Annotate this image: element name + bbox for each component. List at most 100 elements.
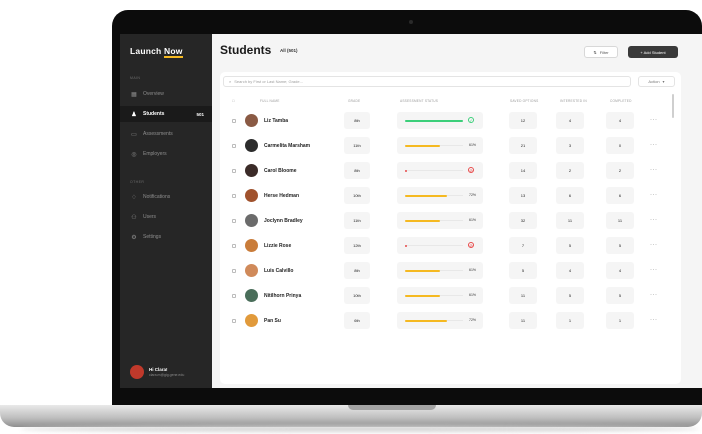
col-assessment-status[interactable]: ASSESSMENT STATUS: [400, 99, 438, 103]
sidebar-item-label: Employers: [143, 151, 167, 157]
sidebar-item-label: Overview: [143, 91, 164, 97]
users-icon: ⚇: [131, 214, 137, 221]
section-other-label: OTHER: [130, 180, 145, 184]
select-all-checkbox[interactable]: ☐: [232, 99, 235, 103]
student-name[interactable]: Carmelita Marsham: [264, 143, 310, 149]
page-subtitle: All (501): [280, 48, 298, 53]
students-count: 501: [196, 111, 204, 117]
sidebar-item-overview[interactable]: ▦ Overview: [120, 86, 212, 102]
assessment-status-cell: 61%: [397, 137, 483, 154]
progress-fill: [405, 244, 407, 247]
student-name[interactable]: Luis Calvillo: [264, 268, 293, 274]
more-options-icon[interactable]: ···: [650, 267, 658, 273]
table-row[interactable]: Lizzie Rose 12th ⊘ 7 5 5 ···: [220, 234, 681, 258]
avatar: [245, 164, 258, 177]
row-checkbox[interactable]: [232, 269, 236, 273]
search-input[interactable]: ⌕ Search by First or Last Name; Grade...: [223, 76, 631, 87]
filter-button[interactable]: ⇅ Filter: [584, 46, 618, 58]
add-student-button[interactable]: + Add Student: [628, 46, 678, 58]
more-options-icon[interactable]: ···: [650, 217, 658, 223]
action-label: Action: [648, 79, 660, 84]
more-options-icon[interactable]: ···: [650, 317, 658, 323]
progress-track: [405, 269, 463, 272]
more-options-icon[interactable]: ···: [650, 292, 658, 298]
assessment-percent: 61%: [469, 143, 477, 147]
col-grade[interactable]: GRADE: [348, 99, 360, 103]
sidebar-item-assessments[interactable]: ▭ Assessments: [120, 126, 212, 142]
row-checkbox[interactable]: [232, 144, 236, 148]
action-dropdown[interactable]: Action ▾: [638, 76, 675, 87]
completed-cell: 2: [606, 162, 634, 179]
table-row[interactable]: Carol Bloome 8th ⊘ 14 2 2 ···: [220, 159, 681, 183]
interested-in-cell: 1: [556, 312, 584, 329]
interested-in-cell: 3: [556, 137, 584, 154]
col-completed[interactable]: COMPLETED: [610, 99, 632, 103]
grade-cell: 8th: [344, 162, 370, 179]
col-interested-in[interactable]: INTERESTED IN: [560, 99, 587, 103]
app-screen: Launch Now MAIN ▦ Overview ♟ Students 50…: [120, 34, 702, 388]
blocked-icon: ⊘: [468, 167, 474, 173]
col-saved-options[interactable]: SAVED OPTIONS: [510, 99, 538, 103]
progress-track: [405, 119, 463, 122]
student-name[interactable]: Herse Hedman: [264, 193, 299, 199]
saved-options-cell: 12: [509, 112, 537, 129]
table-row[interactable]: Herse Hedman 10th 72% 13 6 6 ···: [220, 184, 681, 208]
table-row[interactable]: Carmelita Marsham 11th 61% 21 3 0 ···: [220, 134, 681, 158]
more-options-icon[interactable]: ···: [650, 117, 658, 123]
table-row[interactable]: Joclynn Bradley 11th 61% 32 11 11 ···: [220, 209, 681, 233]
completed-cell: 4: [606, 262, 634, 279]
more-options-icon[interactable]: ···: [650, 192, 658, 198]
gear-icon: ⚙: [131, 234, 137, 241]
logo[interactable]: Launch Now: [130, 46, 183, 58]
row-checkbox[interactable]: [232, 244, 236, 248]
student-name[interactable]: Carol Bloome: [264, 168, 297, 174]
interested-in-cell: 4: [556, 262, 584, 279]
bell-icon: ♢: [131, 194, 137, 201]
col-full-name[interactable]: FULL NAME: [260, 99, 280, 103]
row-checkbox[interactable]: [232, 194, 236, 198]
assessment-status-cell: 61%: [397, 287, 483, 304]
more-options-icon[interactable]: ···: [650, 167, 658, 173]
sidebar-item-notifications[interactable]: ♢ Notifications: [120, 189, 212, 205]
sidebar-item-users[interactable]: ⚇ Users: [120, 209, 212, 225]
search-icon: ⌕: [229, 79, 232, 84]
row-checkbox[interactable]: [232, 169, 236, 173]
row-checkbox[interactable]: [232, 119, 236, 123]
table-row[interactable]: Luis Calvillo 8th 61% 5 4 4 ···: [220, 259, 681, 283]
saved-options-cell: 14: [509, 162, 537, 179]
sidebar-item-settings[interactable]: ⚙ Settings: [120, 229, 212, 245]
row-checkbox[interactable]: [232, 219, 236, 223]
more-options-icon[interactable]: ···: [650, 242, 658, 248]
section-main-label: MAIN: [130, 76, 141, 80]
assessment-status-cell: 61%: [397, 262, 483, 279]
base-notch: [348, 405, 436, 410]
assessment-percent: 61%: [469, 293, 477, 297]
user-profile[interactable]: Hi Clara! clara.m@gig.gene.edu: [130, 365, 184, 379]
assessment-percent: 72%: [469, 193, 477, 197]
user-name: Hi Clara!: [149, 367, 168, 372]
filter-label: Filter: [599, 49, 609, 55]
sidebar-item-employers[interactable]: ◎ Employers: [120, 146, 212, 162]
table-row[interactable]: Pan Su 6th 72% 11 1 1 ···: [220, 309, 681, 333]
assessment-status-cell: 61%: [397, 212, 483, 229]
sidebar: Launch Now MAIN ▦ Overview ♟ Students 50…: [120, 34, 212, 388]
student-name[interactable]: Nitilhorn Prinya: [264, 293, 301, 299]
row-checkbox[interactable]: [232, 319, 236, 323]
student-name[interactable]: Liz Tamba: [264, 118, 288, 124]
row-checkbox[interactable]: [232, 294, 236, 298]
completed-cell: 0: [606, 137, 634, 154]
progress-fill: [405, 119, 463, 122]
completed-cell: 6: [606, 187, 634, 204]
student-name[interactable]: Lizzie Rose: [264, 243, 291, 249]
saved-options-cell: 32: [509, 212, 537, 229]
progress-fill: [405, 269, 441, 272]
student-name[interactable]: Joclynn Bradley: [264, 218, 303, 224]
progress-track: [405, 144, 463, 147]
check-circle-icon: ✓: [468, 117, 474, 123]
more-options-icon[interactable]: ···: [650, 142, 658, 148]
assessment-status-cell: 72%: [397, 187, 483, 204]
table-row[interactable]: Nitilhorn Prinya 10th 61% 11 5 5 ···: [220, 284, 681, 308]
student-name[interactable]: Pan Su: [264, 318, 281, 324]
table-row[interactable]: Liz Tamba 8th ✓ 12 4 4 ···: [220, 109, 681, 133]
sidebar-item-students[interactable]: ♟ Students 501: [120, 106, 212, 122]
